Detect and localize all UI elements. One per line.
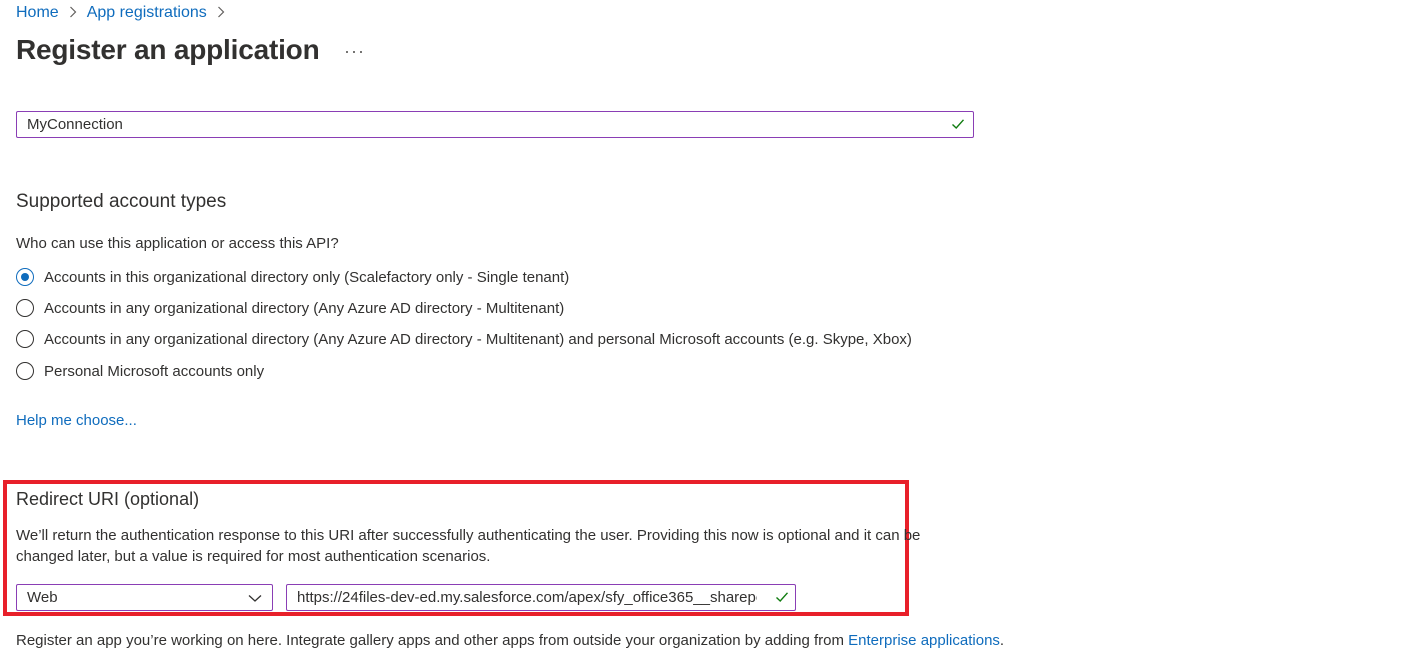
enterprise-applications-link[interactable]: Enterprise applications [848,632,1000,649]
radio-label: Accounts in any organizational directory… [44,330,912,348]
chevron-down-icon [248,594,262,602]
radio-option-multitenant-personal[interactable]: Accounts in any organizational directory… [16,330,912,348]
radio-selected-icon[interactable] [16,268,34,286]
chevron-right-icon [217,6,225,21]
radio-option-single-tenant[interactable]: Accounts in this organizational director… [16,268,569,286]
checkmark-icon [776,592,789,603]
page-title: Register an application [16,34,320,65]
radio-unselected-icon[interactable] [16,362,34,380]
breadcrumb-home-link[interactable]: Home [16,4,59,22]
checkmark-icon [952,119,965,130]
redirect-uri-input[interactable] [287,585,767,610]
platform-select-value: Web [27,589,58,606]
chevron-right-icon [69,6,77,21]
redirect-uri-description: We’ll return the authentication response… [16,527,921,565]
footer-note: Register an app you’re working on here. … [16,632,1004,649]
breadcrumb-app-registrations-link[interactable]: App registrations [87,4,207,22]
app-name-input[interactable] [17,112,937,137]
platform-select[interactable]: Web [16,584,273,611]
redirect-uri-heading: Redirect URI (optional) [16,489,200,509]
footer-suffix: . [999,632,1005,649]
help-me-choose-link[interactable]: Help me choose... [16,412,137,429]
account-types-heading: Supported account types [16,191,227,212]
more-options-button[interactable]: ··· [344,41,365,62]
radio-unselected-icon[interactable] [16,330,34,348]
redirect-uri-field [286,584,796,611]
radio-label: Personal Microsoft accounts only [44,362,265,380]
radio-option-multitenant[interactable]: Accounts in any organizational directory… [16,299,564,317]
breadcrumb: Home App registrations [16,4,225,22]
radio-label: Accounts in any organizational directory… [44,299,565,317]
radio-unselected-icon[interactable] [16,299,34,317]
footer-text: Register an app you’re working on here. … [16,632,849,649]
radio-label: Accounts in this organizational director… [44,268,570,286]
radio-option-personal-only[interactable]: Personal Microsoft accounts only [16,362,264,380]
account-types-question: Who can use this application or access t… [16,235,339,252]
app-name-field [16,111,974,138]
